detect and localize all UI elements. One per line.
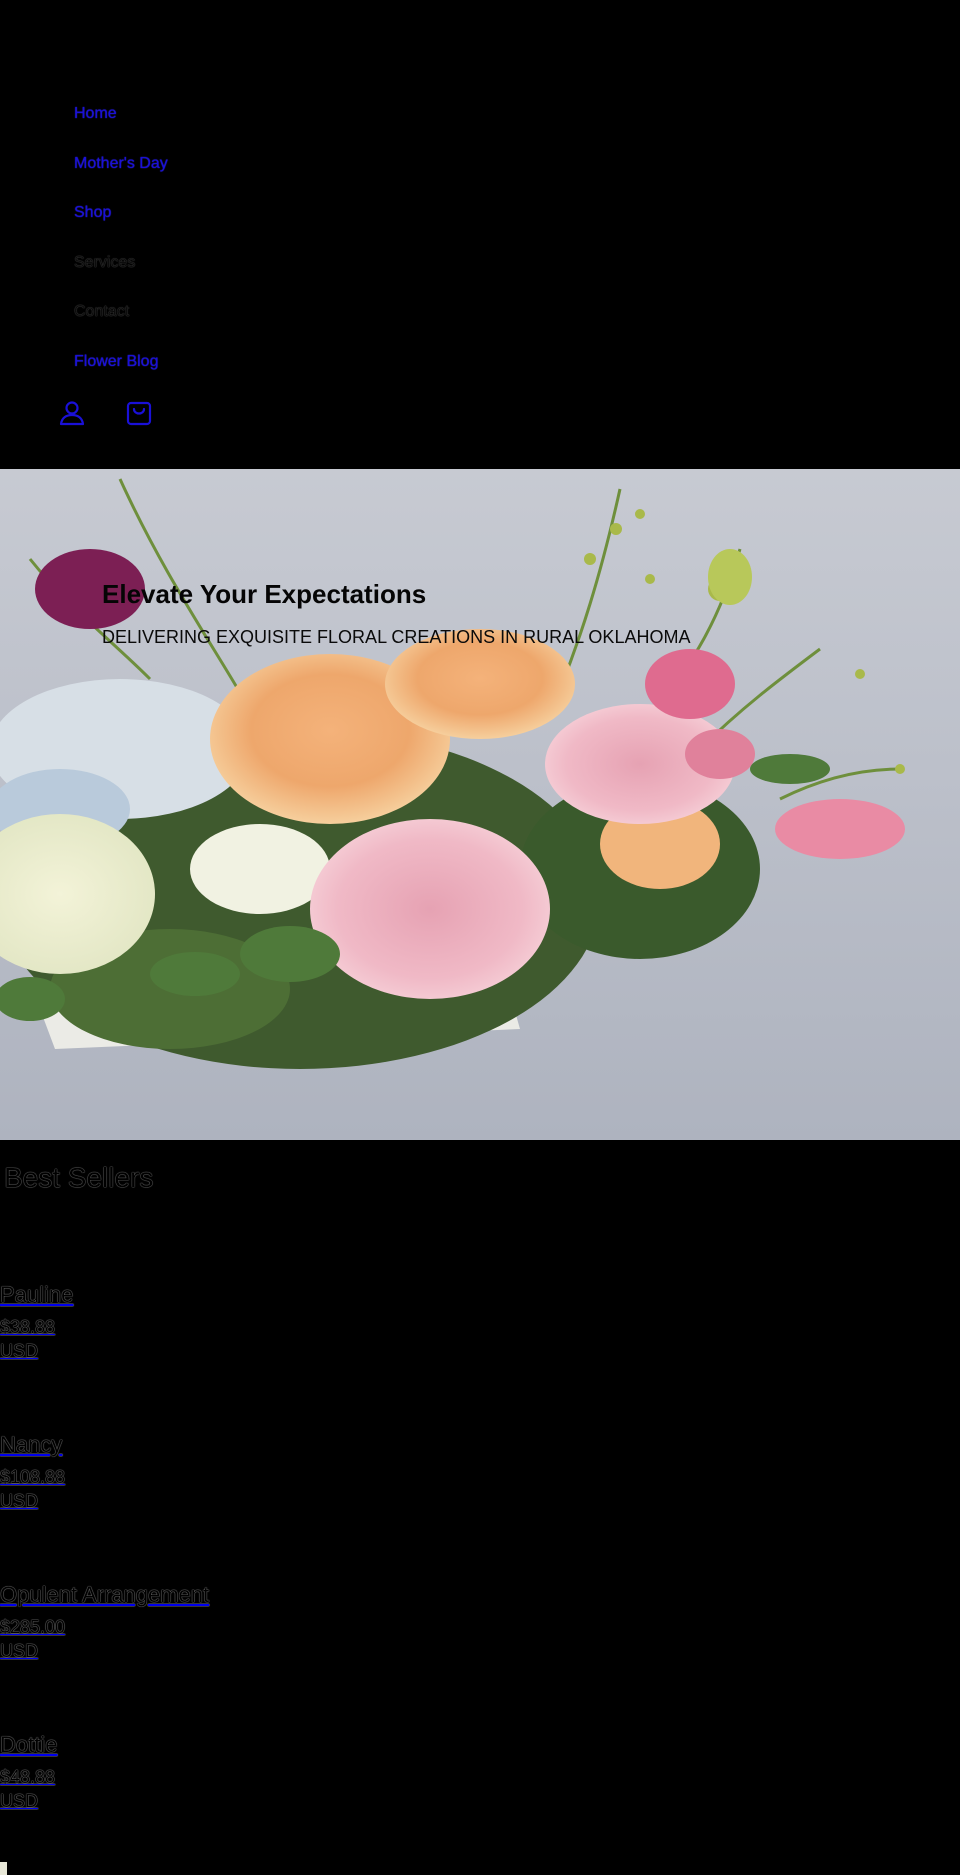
- account-icon[interactable]: [57, 398, 87, 428]
- hero-banner: Elevate Your Expectations DELIVERING EXQ…: [0, 469, 960, 1140]
- product-price: $285.00 USD: [0, 1615, 400, 1663]
- product-card[interactable]: Dottie $48.88 USD: [0, 1732, 400, 1813]
- product-name[interactable]: Dottie: [0, 1732, 400, 1758]
- price-amount: $108.88: [0, 1467, 66, 1487]
- price-amount: $38.88: [0, 1317, 56, 1337]
- nav-link-shop[interactable]: Shop: [74, 203, 111, 223]
- hero-subtitle: DELIVERING EXQUISITE FLORAL CREATIONS IN…: [102, 627, 691, 647]
- price-amount: $285.00: [0, 1617, 66, 1637]
- product-name[interactable]: Opulent Arrangement: [0, 1582, 400, 1608]
- product-name[interactable]: Nancy: [0, 1432, 400, 1458]
- price-currency: USD: [0, 1341, 39, 1361]
- product-name[interactable]: Pauline: [0, 1282, 400, 1308]
- product-price: $108.88 USD: [0, 1465, 400, 1513]
- product-price: $38.88 USD: [0, 1315, 400, 1363]
- main-navigation: Home Mother's Day Shop Services Contact …: [0, 0, 960, 468]
- nav-link-services[interactable]: Services: [74, 253, 135, 273]
- price-currency: USD: [0, 1791, 39, 1811]
- nav-link-contact[interactable]: Contact: [74, 302, 129, 322]
- product-card[interactable]: Pauline $38.88 USD: [0, 1282, 400, 1363]
- price-amount: $48.88: [0, 1767, 56, 1787]
- nav-link-mothers-day[interactable]: Mother's Day: [74, 154, 168, 174]
- best-sellers-heading: Best Sellers: [4, 1162, 154, 1193]
- hero-flower-image: [0, 478, 905, 1069]
- product-price: $48.88 USD: [0, 1765, 400, 1813]
- scroll-indicator: [0, 1862, 7, 1875]
- hero-title: Elevate Your Expectations: [102, 579, 427, 609]
- nav-link-home[interactable]: Home: [74, 104, 117, 124]
- price-currency: USD: [0, 1491, 39, 1511]
- price-currency: USD: [0, 1641, 39, 1661]
- cart-icon[interactable]: [124, 398, 154, 428]
- product-card[interactable]: Nancy $108.88 USD: [0, 1432, 400, 1513]
- nav-link-flower-blog[interactable]: Flower Blog: [74, 352, 158, 372]
- product-card[interactable]: Opulent Arrangement $285.00 USD: [0, 1582, 400, 1663]
